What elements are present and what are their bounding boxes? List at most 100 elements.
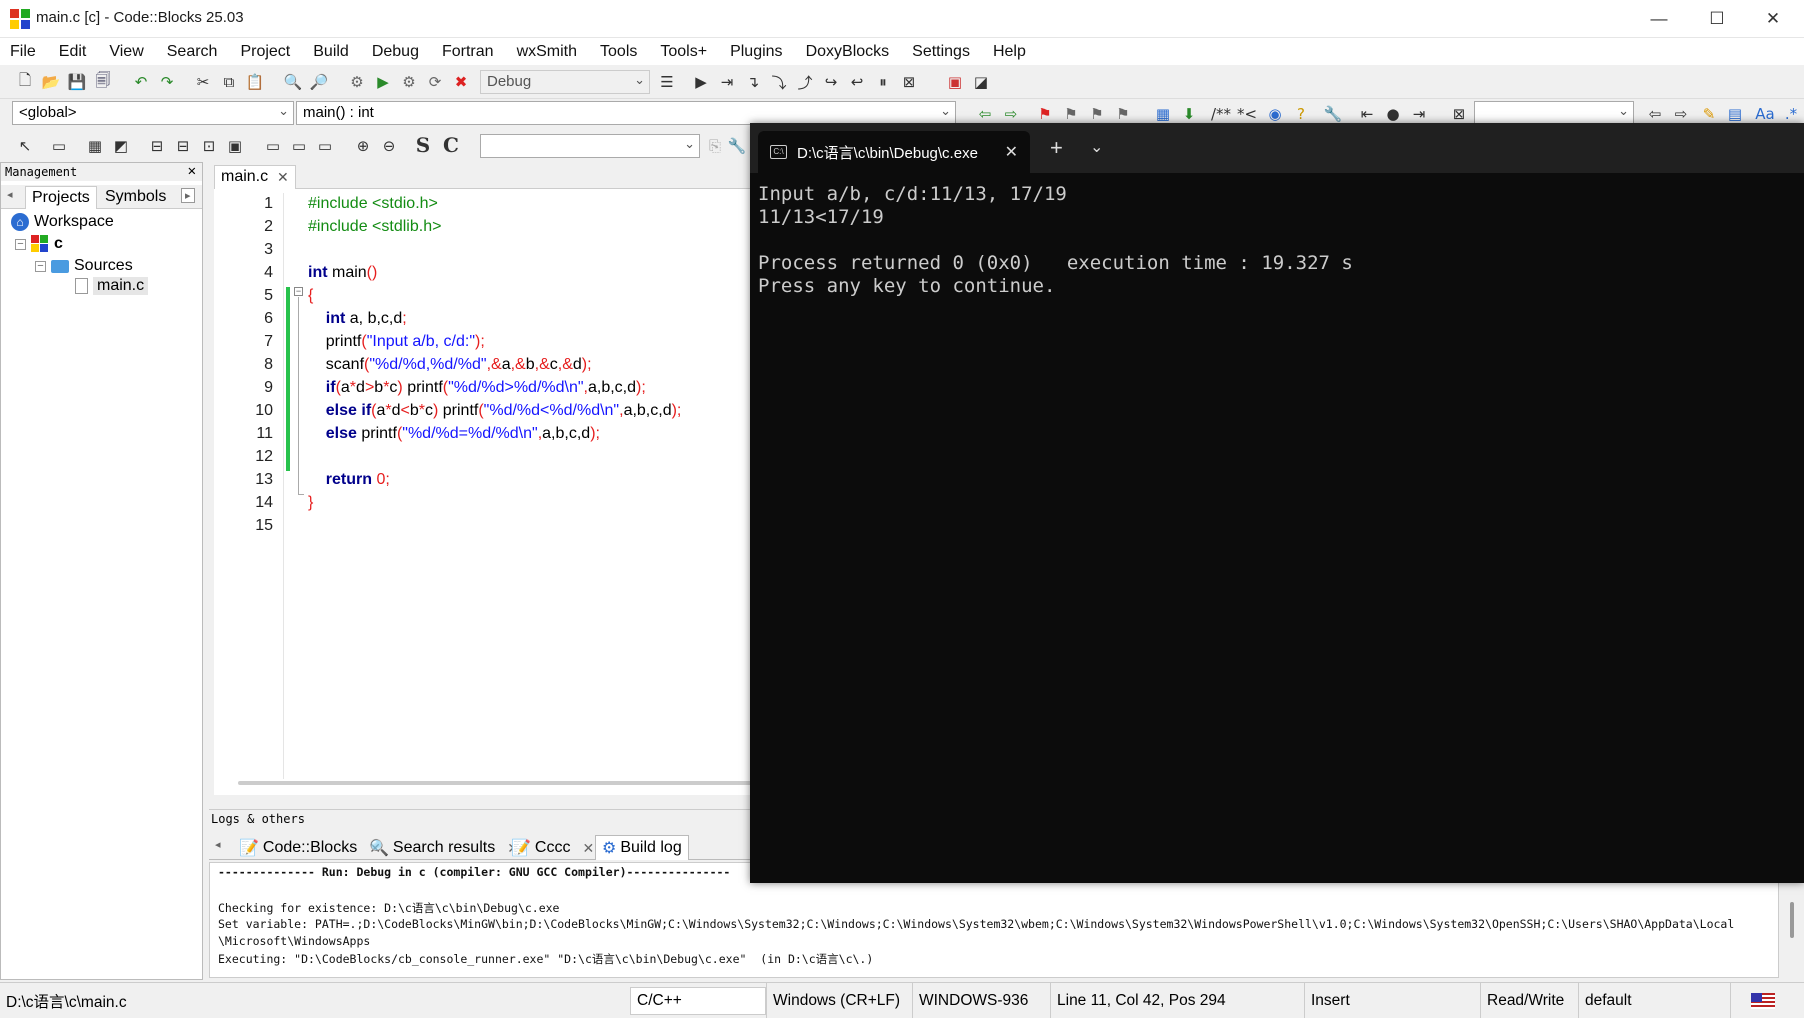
close-tab-icon[interactable]: ✕ <box>1005 142 1018 162</box>
debug-windows-icon[interactable]: ▣ <box>944 71 966 93</box>
build-and-run-icon[interactable]: ⚙ <box>398 71 420 93</box>
last-result-icon[interactable]: ⇥ <box>1408 103 1430 125</box>
stop-debug-icon[interactable]: ⊠ <box>898 71 920 93</box>
doxyblocks-extract-icon[interactable]: ⬇ <box>1178 103 1200 125</box>
frame-icon[interactable]: ▭ <box>48 135 70 157</box>
insert-after-icon[interactable]: ⊟ <box>172 135 194 157</box>
replace-icon[interactable]: 🔎 <box>308 71 330 93</box>
symbol-c-icon[interactable]: C <box>440 133 462 157</box>
tree-file-main[interactable]: main.c <box>75 277 149 295</box>
menu-tools[interactable]: Tools <box>600 43 637 61</box>
collapse-icon[interactable]: − <box>35 260 46 272</box>
tab-scroll-left-icon[interactable]: ◂ <box>215 838 221 851</box>
wxsmith-select[interactable]: ⌄ <box>480 134 700 158</box>
menu-plugins[interactable]: Plugins <box>730 43 782 61</box>
save-all-icon[interactable]: 🗐 <box>92 71 114 93</box>
menu-project[interactable]: Project <box>240 43 290 61</box>
show-target-dialog-icon[interactable]: ☰ <box>656 71 678 93</box>
minimize-icon[interactable]: — <box>1636 0 1682 38</box>
insert-before-icon[interactable]: ⊟ <box>146 135 168 157</box>
menu-build[interactable]: Build <box>313 43 349 61</box>
menu-debug[interactable]: Debug <box>372 43 419 61</box>
build-gear-icon[interactable]: ⚙ <box>346 71 368 93</box>
menu-file[interactable]: File <box>10 43 36 61</box>
highlight-icon[interactable]: ✎ <box>1698 103 1720 125</box>
menu-settings[interactable]: Settings <box>912 43 970 61</box>
run-to-cursor-icon[interactable]: ⇥ <box>716 71 738 93</box>
save-icon[interactable]: 💾 <box>66 71 88 93</box>
maximize-icon[interactable]: ☐ <box>1694 0 1740 38</box>
next-instruction-icon[interactable]: ↪ <box>820 71 842 93</box>
search-next-icon[interactable]: ⇨ <box>1670 103 1692 125</box>
abort-icon[interactable]: ✖ <box>450 71 472 93</box>
menu-view[interactable]: View <box>109 43 143 61</box>
tree-project[interactable]: − c <box>15 235 63 253</box>
menu-tools-plus[interactable]: Tools+ <box>660 43 707 61</box>
close-tab-icon[interactable]: ✕ <box>582 840 594 857</box>
build-target-select[interactable]: Debug ⌄ <box>480 70 650 94</box>
log-tab-codeblocks[interactable]: 📝 Code::Blocks ✕ <box>239 837 381 859</box>
status-eol[interactable]: Windows (CR+LF) <box>766 983 912 1018</box>
redo-icon[interactable]: ↷ <box>156 71 178 93</box>
open-icon[interactable]: 📂 <box>40 71 62 93</box>
tab-scroll-right-icon[interactable]: ▸ <box>181 188 195 203</box>
menu-fortran[interactable]: Fortran <box>442 43 494 61</box>
copy-icon[interactable]: ⧉ <box>218 71 240 93</box>
match-case-icon[interactable]: Aa <box>1754 103 1776 125</box>
grid-sizer-icon[interactable]: ▦ <box>84 135 106 157</box>
new-tab-icon[interactable]: + <box>1050 135 1063 161</box>
preview-icon[interactable]: ▭ <box>262 135 284 157</box>
jump-forward-icon[interactable]: ⇨ <box>1000 103 1022 125</box>
find-icon[interactable]: 🔍 <box>282 71 304 93</box>
log-tab-build-log[interactable]: ⚙ Build log <box>595 835 689 860</box>
cut-icon[interactable]: ✂ <box>192 71 214 93</box>
step-instruction-icon[interactable]: ↩ <box>846 71 868 93</box>
scope-select[interactable]: <global> ⌄ <box>12 101 294 125</box>
zoom-out-icon[interactable]: ⊖ <box>378 135 400 157</box>
incremental-search-input[interactable]: ⌄ <box>1474 101 1634 125</box>
log-tab-search-results[interactable]: 🔍 Search results ✕ <box>369 837 519 859</box>
symbol-s-icon[interactable]: S <box>412 133 434 157</box>
log-tab-cccc[interactable]: 📝 Cccc ✕ <box>511 837 594 859</box>
wxsmith-tool-icon[interactable]: 🔧 <box>726 135 748 157</box>
step-out-icon[interactable]: ⤴ <box>794 71 816 93</box>
quick-props-icon[interactable]: ▭ <box>288 135 310 157</box>
rebuild-icon[interactable]: ⟳ <box>424 71 446 93</box>
jump-back-icon[interactable]: ⇦ <box>974 103 996 125</box>
debug-info-icon[interactable]: ◪ <box>970 71 992 93</box>
status-encoding[interactable]: WINDOWS-936 <box>912 983 1050 1018</box>
clear-search-icon[interactable]: ⊠ <box>1448 103 1470 125</box>
show-sizer-icon[interactable]: ▭ <box>314 135 336 157</box>
menu-wxsmith[interactable]: wxSmith <box>517 43 577 61</box>
zoom-in-icon[interactable]: ⊕ <box>352 135 374 157</box>
terminal-output[interactable]: Input a/b, c/d:11/13, 17/19 11/13<17/19 … <box>758 183 1353 298</box>
search-prev-icon[interactable]: ⇦ <box>1644 103 1666 125</box>
status-language[interactable]: C/C++ <box>630 987 766 1015</box>
insert-into-icon[interactable]: ⊡ <box>198 135 220 157</box>
undo-icon[interactable]: ↶ <box>130 71 152 93</box>
menu-help[interactable]: Help <box>993 43 1026 61</box>
tab-projects[interactable]: Projects <box>25 186 97 209</box>
collapse-icon[interactable]: − <box>15 238 26 250</box>
step-into-icon[interactable]: ⤵ <box>768 71 790 93</box>
bookmark-clear-icon[interactable]: ⚑ <box>1112 103 1134 125</box>
run-icon[interactable]: ▶ <box>372 71 394 93</box>
pointer-icon[interactable]: ↖ <box>14 135 36 157</box>
doxyblocks-html-icon[interactable]: ◉ <box>1264 103 1286 125</box>
tab-symbols[interactable]: Symbols <box>99 188 172 206</box>
delete-widget-icon[interactable]: ▣ <box>224 135 246 157</box>
next-line-icon[interactable]: ↴ <box>742 71 764 93</box>
menu-search[interactable]: Search <box>167 43 218 61</box>
close-tab-icon[interactable]: ✕ <box>277 169 289 186</box>
block-comment-icon[interactable]: /** <box>1210 103 1232 125</box>
chevron-down-icon[interactable]: ⌄ <box>1090 137 1103 157</box>
first-result-icon[interactable]: ⇤ <box>1356 103 1378 125</box>
terminal-tab[interactable]: C:\ D:\c语言\c\bin\Debug\c.exe ✕ <box>758 131 1030 173</box>
record-icon[interactable]: ● <box>1382 103 1404 125</box>
close-icon[interactable]: ✕ <box>1750 0 1796 38</box>
regex-icon[interactable]: .* <box>1780 103 1802 125</box>
close-icon[interactable]: ✕ <box>188 163 196 179</box>
function-select[interactable]: main() : int ⌄ <box>296 101 956 125</box>
tab-scroll-left-icon[interactable]: ◂ <box>7 188 13 201</box>
flex-sizer-icon[interactable]: ◩ <box>110 135 132 157</box>
